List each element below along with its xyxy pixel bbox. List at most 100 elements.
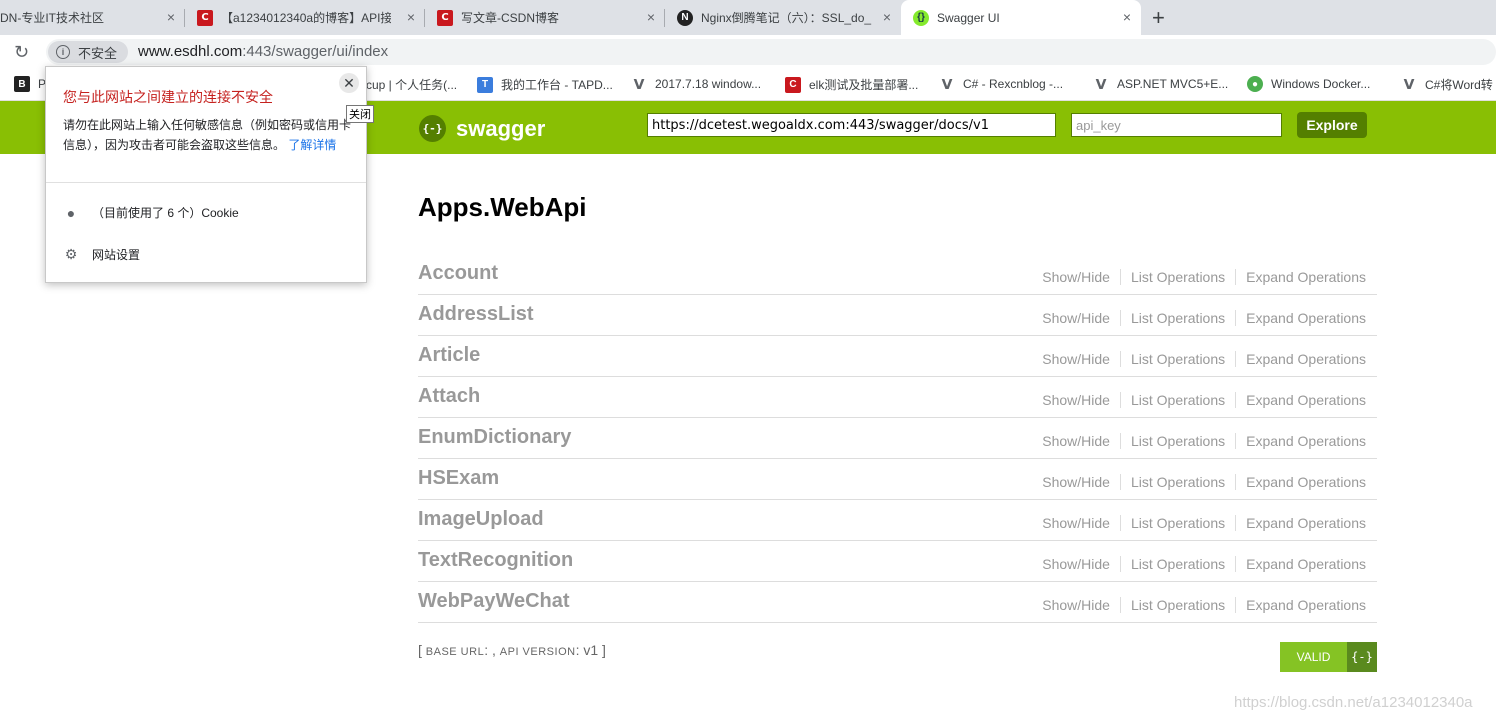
learn-more-link[interactable]: 了解详情: [288, 138, 336, 152]
list-operations-link[interactable]: List Operations: [1121, 474, 1237, 490]
bookmark-item[interactable]: cup | 个人任务(...: [366, 76, 457, 93]
show-hide-link[interactable]: Show/Hide: [1032, 474, 1121, 490]
resource-name-link[interactable]: WebPayWeChat: [418, 590, 570, 613]
swagger-url-input[interactable]: [647, 113, 1056, 137]
bookmark-label: ASP.NET MVC5+E...: [1117, 77, 1229, 91]
watermark: https://blog.csdn.net/a1234012340a: [1234, 694, 1473, 711]
resource-row: Account Show/Hide List Operations Expand Op…: [418, 254, 1377, 295]
resource-operations: Show/Hide List Operations Expand Operation…: [1032, 597, 1366, 613]
v-icon: 𝗩: [941, 75, 953, 92]
resource-name-link[interactable]: Account: [418, 262, 498, 285]
expand-operations-link[interactable]: Expand Operations: [1236, 597, 1366, 613]
swagger-logo[interactable]: {-} swagger: [419, 115, 545, 142]
resource-row: TextRecognition Show/Hide List Operations E…: [418, 541, 1377, 582]
resource-operations: Show/Hide List Operations Expand Operation…: [1032, 351, 1366, 367]
bookmark-item[interactable]: 𝗩 2017.7.18 window...: [631, 75, 762, 92]
base-url-label: base url: [425, 646, 485, 658]
expand-operations-link[interactable]: Expand Operations: [1236, 433, 1366, 449]
resource-name-link[interactable]: TextRecognition: [418, 549, 573, 572]
swagger-logo-text: swagger: [456, 115, 546, 141]
list-operations-link[interactable]: List Operations: [1121, 515, 1237, 531]
v-icon: 𝗩: [633, 75, 645, 92]
resource-row: HSExam Show/Hide List Operations Expand Ope…: [418, 459, 1377, 500]
tab-csdn-blog[interactable]: C 【a1234012340a的博客】API接 ×: [185, 0, 425, 35]
show-hide-link[interactable]: Show/Hide: [1032, 433, 1121, 449]
cookie-row[interactable]: ● （目前使用了 6 个）Cookie: [63, 204, 239, 221]
list-operations-link[interactable]: List Operations: [1121, 351, 1237, 367]
close-tooltip: 关闭: [346, 105, 374, 123]
site-settings-row[interactable]: ⚙ 网站设置: [63, 246, 140, 263]
tab-close-icon[interactable]: ×: [167, 9, 175, 25]
expand-operations-link[interactable]: Expand Operations: [1236, 392, 1366, 408]
bookmark-item[interactable]: 𝗩 ASP.NET MVC5+E...: [1093, 75, 1229, 92]
expand-operations-link[interactable]: Expand Operations: [1236, 474, 1366, 490]
api-title: Apps.WebApi: [418, 192, 587, 222]
security-indicator-button[interactable]: i 不安全: [48, 41, 128, 63]
tab-strip: DN-专业IT技术社区 × C 【a1234012340a的博客】API接 × …: [0, 0, 1496, 35]
resource-name-link[interactable]: EnumDictionary: [418, 426, 571, 449]
show-hide-link[interactable]: Show/Hide: [1032, 392, 1121, 408]
tab-csdn-write[interactable]: C 写文章-CSDN博客 ×: [425, 0, 665, 35]
tab-csdn-home[interactable]: DN-专业IT技术社区 ×: [0, 0, 185, 35]
bookmark-label: C# - Rexcnblog -...: [963, 77, 1064, 91]
b-icon: B: [14, 76, 30, 92]
tab-swagger-ui[interactable]: {} Swagger UI ×: [901, 0, 1141, 35]
expand-operations-link[interactable]: Expand Operations: [1236, 310, 1366, 326]
explore-button[interactable]: Explore: [1297, 112, 1367, 138]
bookmark-item[interactable]: BP: [14, 76, 46, 92]
v-icon: 𝗩: [1095, 75, 1107, 92]
url-text[interactable]: www.esdhl.com:443/swagger/ui/index: [138, 43, 388, 60]
resource-name-link[interactable]: AddressList: [418, 303, 534, 326]
show-hide-link[interactable]: Show/Hide: [1032, 597, 1121, 613]
show-hide-link[interactable]: Show/Hide: [1032, 310, 1121, 326]
api-key-input[interactable]: [1071, 113, 1282, 137]
bookmark-item[interactable]: T 我的工作台 - TAPD...: [477, 76, 613, 93]
show-hide-link[interactable]: Show/Hide: [1032, 515, 1121, 531]
tab-close-icon[interactable]: ×: [647, 9, 655, 25]
bookmark-item[interactable]: 𝗩 C#将Word转: [1401, 76, 1493, 93]
tab-close-icon[interactable]: ×: [883, 9, 891, 25]
base-url-value: : ,: [484, 642, 496, 658]
list-operations-link[interactable]: List Operations: [1121, 392, 1237, 408]
bookmark-label: C#将Word转: [1425, 78, 1493, 92]
resource-row: EnumDictionary Show/Hide List Operations Ex…: [418, 418, 1377, 459]
list-operations-link[interactable]: List Operations: [1121, 269, 1237, 285]
list-operations-link[interactable]: List Operations: [1121, 597, 1237, 613]
tab-nginx[interactable]: N Nginx倒腾笔记（六）：SSL_do_ ×: [665, 0, 901, 35]
resource-row: AddressList Show/Hide List Operations Expan…: [418, 295, 1377, 336]
reload-icon[interactable]: ↻: [14, 42, 29, 63]
omnibox[interactable]: i 不安全 www.esdhl.com:443/swagger/ui/index: [46, 39, 1496, 65]
tab-close-icon[interactable]: ×: [1123, 9, 1131, 25]
new-tab-button[interactable]: +: [1152, 5, 1165, 31]
api-version-label: api version: [499, 646, 576, 658]
bookmark-item[interactable]: Celk测试及批量部署...: [785, 76, 918, 93]
windows-docker-icon: ●: [1247, 76, 1263, 92]
api-version-value: : v1: [575, 642, 599, 658]
expand-operations-link[interactable]: Expand Operations: [1236, 515, 1366, 531]
show-hide-link[interactable]: Show/Hide: [1032, 351, 1121, 367]
validator-badge[interactable]: VALID {-}: [1280, 642, 1377, 672]
expand-operations-link[interactable]: Expand Operations: [1236, 556, 1366, 572]
show-hide-link[interactable]: Show/Hide: [1032, 556, 1121, 572]
popup-divider: [46, 182, 366, 183]
list-operations-link[interactable]: List Operations: [1121, 556, 1237, 572]
bookmark-item[interactable]: 𝗩 C# - Rexcnblog -...: [939, 76, 1063, 92]
bookmark-item[interactable]: ● Windows Docker...: [1247, 76, 1370, 92]
resource-name-link[interactable]: HSExam: [418, 467, 499, 490]
cookie-label: （目前使用了 6 个）Cookie: [92, 206, 239, 220]
resource-name-link[interactable]: Attach: [418, 385, 480, 408]
resource-name-link[interactable]: ImageUpload: [418, 508, 544, 531]
resource-row: Article Show/Hide List Operations Expand Op…: [418, 336, 1377, 377]
popup-close-icon[interactable]: ✕: [339, 73, 359, 93]
resource-name-link[interactable]: Article: [418, 344, 480, 367]
tab-close-icon[interactable]: ×: [407, 9, 415, 25]
list-operations-link[interactable]: List Operations: [1121, 310, 1237, 326]
expand-operations-link[interactable]: Expand Operations: [1236, 269, 1366, 285]
browser-window: DN-专业IT技术社区 × C 【a1234012340a的博客】API接 × …: [0, 0, 1496, 721]
list-operations-link[interactable]: List Operations: [1121, 433, 1237, 449]
show-hide-link[interactable]: Show/Hide: [1032, 269, 1121, 285]
expand-operations-link[interactable]: Expand Operations: [1236, 351, 1366, 367]
bracket-close: ]: [602, 642, 606, 658]
bookmark-label: 我的工作台 - TAPD...: [501, 78, 613, 92]
url-path: :443/swagger/ui/index: [242, 43, 389, 60]
